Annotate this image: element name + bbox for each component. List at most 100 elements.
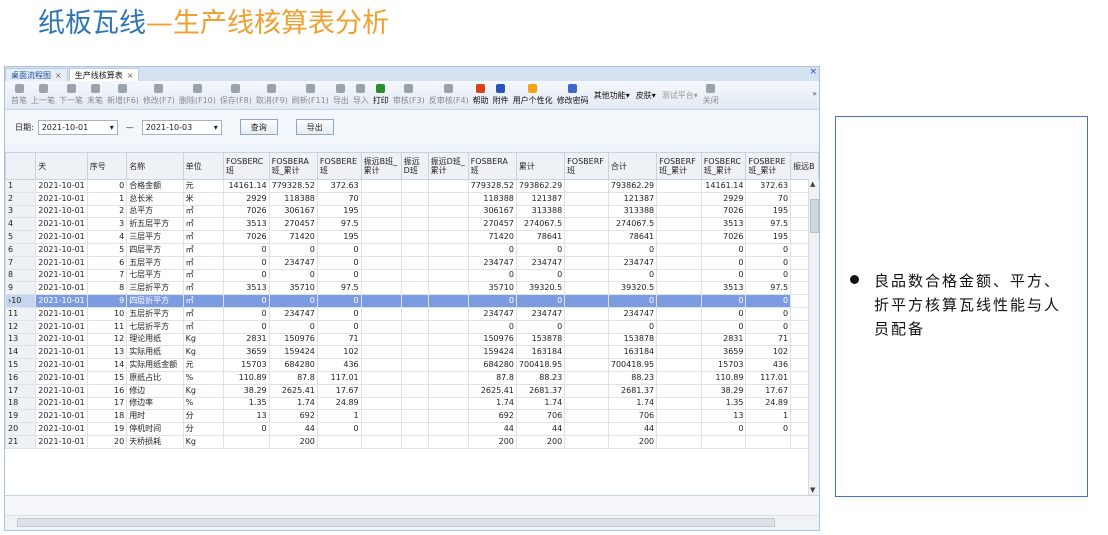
cell-value[interactable] <box>400 434 429 449</box>
cell-value[interactable]: 234747 <box>467 306 517 321</box>
column-header[interactable]: 合计 <box>607 152 658 180</box>
cell-value[interactable]: 1.74 <box>467 396 517 411</box>
cell-value[interactable] <box>400 409 429 424</box>
cell-value[interactable] <box>360 179 402 193</box>
cell-value[interactable] <box>360 230 402 244</box>
table-row[interactable]: 15 2021-10-01 14 实际用纸金额元 15703 684280 436 68428… <box>5 358 819 372</box>
table-row[interactable]: 4 2021-10-01 3 折五层平方㎡ 3513 270457 97.5 270457 27… <box>5 217 819 232</box>
cell-value[interactable] <box>427 242 469 257</box>
cell-seq[interactable]: 15 <box>86 370 128 385</box>
cell-day[interactable]: 2021-10-01 <box>35 294 88 308</box>
help-button[interactable]: 帮助 <box>471 82 491 108</box>
cell-value[interactable] <box>564 204 609 219</box>
cell-value[interactable] <box>656 422 702 436</box>
cell-value[interactable] <box>656 370 702 385</box>
column-header[interactable]: 振远B <box>790 152 819 180</box>
cell-name[interactable]: 原纸占比 <box>126 370 184 385</box>
cell-value[interactable] <box>564 294 609 308</box>
cell-value[interactable] <box>656 281 702 296</box>
cell-seq[interactable]: 14 <box>86 358 128 372</box>
cell-value[interactable] <box>400 306 429 321</box>
cell-value[interactable]: 0 <box>745 242 792 257</box>
cell-seq[interactable]: 8 <box>86 281 128 296</box>
cell-value[interactable]: 195 <box>316 230 362 244</box>
cell-value[interactable]: 110.89 <box>700 370 747 385</box>
cell-value[interactable]: 78641 <box>515 230 566 244</box>
cell-value[interactable] <box>427 230 469 244</box>
row-number[interactable]: 12 <box>5 319 37 334</box>
cell-value[interactable]: 700418.95 <box>515 358 566 372</box>
cell-value[interactable]: 3513 <box>223 217 270 232</box>
cell-unit[interactable]: ㎡ <box>182 204 225 219</box>
last-record-button[interactable]: 末笔 <box>85 82 105 108</box>
cell-value[interactable] <box>564 345 609 360</box>
row-number[interactable]: 13 <box>5 332 37 347</box>
cell-seq[interactable]: 16 <box>86 383 128 398</box>
row-number[interactable]: 17 <box>5 383 37 398</box>
cell-value[interactable]: 270457 <box>268 217 318 232</box>
cell-value[interactable]: 153878 <box>607 332 658 347</box>
cell-value[interactable] <box>400 383 429 398</box>
cell-value[interactable] <box>656 319 702 334</box>
cell-value[interactable] <box>564 306 609 321</box>
column-header[interactable]: 单位 <box>182 152 225 180</box>
cell-value[interactable] <box>360 345 402 360</box>
cell-value[interactable]: 1.35 <box>223 396 270 411</box>
cell-unit[interactable]: ㎡ <box>182 319 225 334</box>
cell-value[interactable]: 195 <box>745 204 792 219</box>
column-header[interactable]: FOSBERE班 <box>316 152 362 180</box>
print-button[interactable]: 打印 <box>371 82 391 108</box>
tab-close-icon[interactable]: × <box>127 71 134 80</box>
start-date-picker[interactable]: 2021-10-01 ▾ <box>37 119 118 135</box>
cell-value[interactable]: 313388 <box>607 204 658 219</box>
cell-value[interactable]: 35710 <box>467 281 517 296</box>
cell-value[interactable]: 97.5 <box>745 281 792 296</box>
cell-value[interactable]: 44 <box>607 422 658 436</box>
personalize-button[interactable]: 用户个性化 <box>511 82 555 108</box>
cell-value[interactable]: 2831 <box>700 332 747 347</box>
cell-value[interactable] <box>360 358 402 372</box>
row-number[interactable]: 21 <box>5 434 37 449</box>
cell-value[interactable]: 684280 <box>467 358 517 372</box>
row-number[interactable]: 20 <box>5 422 37 436</box>
cell-day[interactable]: 2021-10-01 <box>35 268 88 283</box>
cell-value[interactable]: 0 <box>745 319 792 334</box>
toolbar-overflow-icon[interactable]: » <box>812 89 817 98</box>
table-row[interactable]: 12 2021-10-01 11 七层折平方㎡ 0 0 0 0 0 0 0 0 <box>5 319 819 334</box>
cell-seq[interactable]: 6 <box>86 255 128 270</box>
cell-value[interactable]: 0 <box>268 268 318 283</box>
column-header[interactable]: 天 <box>35 152 88 180</box>
cell-value[interactable] <box>360 255 402 270</box>
cell-value[interactable]: 71420 <box>467 230 517 244</box>
row-number[interactable]: 11 <box>5 306 37 321</box>
cell-value[interactable]: 2625.41 <box>467 383 517 398</box>
cell-value[interactable]: 2831 <box>223 332 270 347</box>
cell-value[interactable]: 200 <box>268 434 318 449</box>
cell-value[interactable] <box>656 332 702 347</box>
cell-seq[interactable]: 18 <box>86 409 128 424</box>
cell-value[interactable] <box>360 332 402 347</box>
cell-name[interactable]: 七层折平方 <box>126 319 184 334</box>
cell-value[interactable]: 1.74 <box>515 396 566 411</box>
cell-value[interactable]: 0 <box>223 294 270 308</box>
cell-day[interactable]: 2021-10-01 <box>35 422 88 436</box>
row-number[interactable]: ›10 <box>5 294 37 308</box>
cell-value[interactable]: 7026 <box>700 230 747 244</box>
cell-value[interactable]: 117.01 <box>316 370 362 385</box>
cell-unit[interactable]: ㎡ <box>182 306 225 321</box>
cell-value[interactable] <box>427 217 469 232</box>
cell-value[interactable]: 1.74 <box>268 396 318 411</box>
cell-value[interactable] <box>564 396 609 411</box>
cell-value[interactable] <box>427 345 469 360</box>
table-row[interactable]: 1 2021-10-01 0 合格金额元 14161.14 779328.52 372.63… <box>5 179 819 193</box>
cell-value[interactable]: 200 <box>607 434 658 449</box>
cell-day[interactable]: 2021-10-01 <box>35 434 88 449</box>
cell-value[interactable]: 0 <box>223 422 270 436</box>
cell-value[interactable]: 793862.29 <box>515 179 566 193</box>
cell-value[interactable]: 0 <box>268 294 318 308</box>
cell-value[interactable]: 2681.37 <box>607 383 658 398</box>
table-row[interactable]: 18 2021-10-01 17 修边率% 1.35 1.74 24.89 1.74 1.74 1… <box>5 396 819 411</box>
cell-value[interactable] <box>400 179 429 193</box>
cell-value[interactable]: 436 <box>316 358 362 372</box>
column-header[interactable]: 振远D班_累计 <box>427 152 469 180</box>
